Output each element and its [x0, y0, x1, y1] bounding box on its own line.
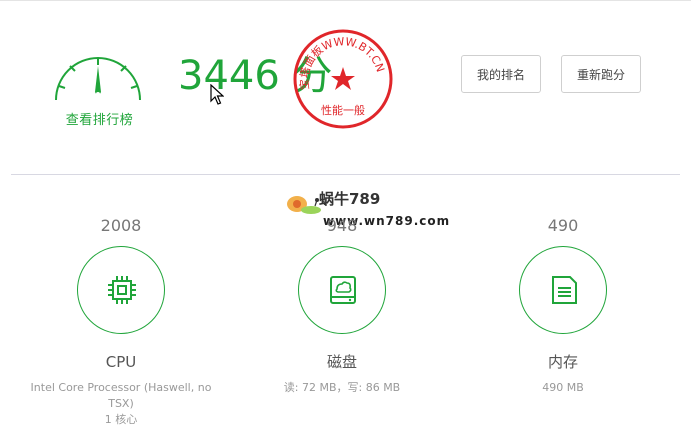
- cpu-score: 2008: [100, 216, 142, 235]
- stamp-bottom-text: 性能一般: [321, 103, 365, 117]
- cpu-model: Intel Core Processor (Haswell, no TSX): [30, 381, 212, 410]
- mouse-cursor-icon: [210, 84, 224, 105]
- cpu-description: Intel Core Processor (Haswell, no TSX) 1…: [21, 380, 221, 428]
- section-divider: [11, 174, 680, 175]
- memory-card: 490 内存 490 MB: [463, 215, 663, 396]
- memory-description: 490 MB: [542, 381, 584, 394]
- hard-disk-icon: [330, 276, 356, 304]
- top-border: [0, 0, 691, 1]
- memory-label: 内存: [547, 353, 578, 371]
- cpu-label: CPU: [105, 353, 137, 371]
- gauge-icon[interactable]: [48, 44, 148, 104]
- disk-card: 948 磁盘 读: 72 MB，写: 86 MB: [242, 215, 442, 396]
- my-rank-button[interactable]: 我的排名: [461, 55, 541, 93]
- performance-stamp: 宝塔面板WWW.BT.CN 性能一般: [293, 29, 393, 129]
- snail-logo-icon: [287, 196, 321, 214]
- disk-description: 读: 72 MB，写: 86 MB: [283, 381, 401, 394]
- disk-icon-circle: [298, 246, 386, 334]
- disk-score: 948: [326, 216, 358, 235]
- retest-button[interactable]: 重新跑分: [561, 55, 641, 93]
- star-icon: [331, 67, 355, 90]
- memory-icon-circle: [519, 246, 607, 334]
- memory-score: 490: [547, 216, 579, 235]
- cpu-icon-circle: [77, 246, 165, 334]
- memory-card-icon: [552, 276, 577, 304]
- cpu-cores: 1 核心: [104, 413, 138, 426]
- disk-label: 磁盘: [326, 353, 357, 371]
- rankings-link[interactable]: 查看排行榜: [48, 109, 151, 128]
- cpu-card: 2008 CPU Intel Core Processor (Haswell, …: [21, 215, 221, 428]
- cpu-chip-icon: [108, 276, 136, 304]
- watermark-title: 蜗牛789: [319, 190, 381, 208]
